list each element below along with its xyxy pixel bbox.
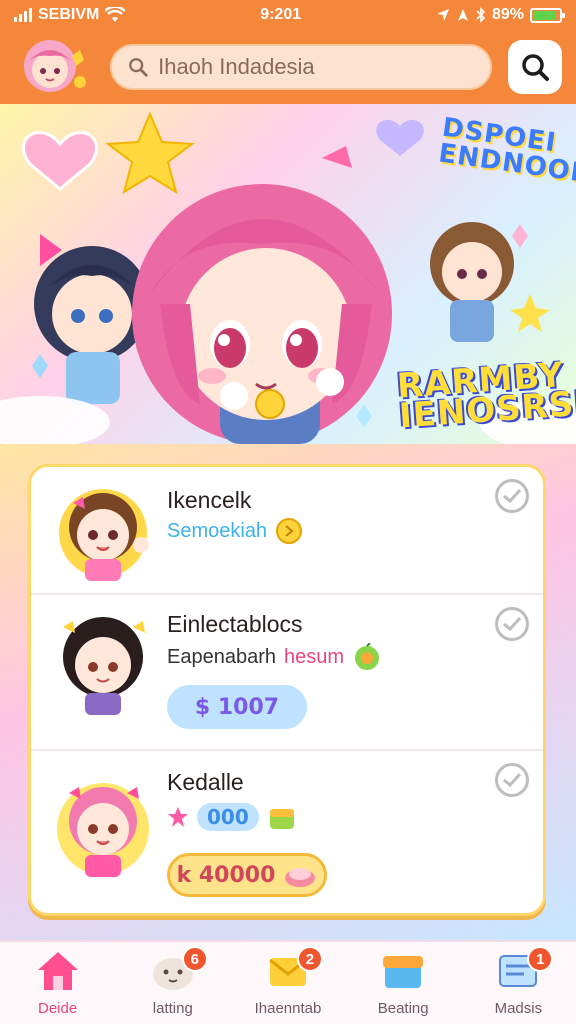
app-header [0, 30, 576, 104]
character-avatar [49, 475, 159, 585]
price-label: $ 1007 [194, 694, 280, 720]
coin-icon [276, 518, 303, 544]
nav-item-home[interactable]: Deide [3, 948, 113, 1017]
clock: 9:201 [260, 6, 302, 23]
card-stats: 000 [167, 803, 297, 831]
search-input[interactable] [158, 54, 474, 80]
battery-level [532, 10, 557, 20]
nav-item-latting[interactable]: 6 latting [118, 946, 228, 1017]
profile-avatar[interactable] [14, 36, 94, 98]
count-label: 000 [197, 803, 259, 831]
search-icon [129, 58, 148, 77]
card-subtitle: Eapenabarh hesum [167, 643, 382, 671]
card-subtitle: Semoekiah [167, 517, 303, 545]
status-bar: SEBIVM 9:201 89% [0, 0, 576, 30]
search-bar[interactable] [110, 44, 492, 90]
nav-label: Beating [377, 1000, 429, 1017]
home-icon [34, 948, 82, 994]
bottom-nav: Deide 6 latting 2 Ihaenntab Beating 1 Ma… [0, 940, 576, 1024]
notification-badge: 2 [296, 946, 323, 972]
carrier-name: SEBIVM [38, 6, 100, 23]
character-avatar [49, 771, 159, 881]
nav-label: Ihaenntab [254, 1000, 322, 1017]
price-button[interactable]: $ 1007 [167, 685, 307, 729]
character-list: Ikencelk Semoekiah Einlectablocs Eapenab… [28, 464, 546, 916]
battery-percent: 89% [491, 6, 524, 23]
signal-icon [14, 8, 32, 22]
list-item[interactable]: Einlectablocs Eapenabarh hesum $ 1007 [31, 595, 543, 751]
character-avatar [49, 609, 159, 719]
box-icon [379, 948, 427, 994]
search-icon [522, 54, 549, 81]
nav-label: Deide [37, 1000, 78, 1017]
location-icon [436, 9, 449, 21]
list-item[interactable]: Kedalle 000 k 40000 [31, 751, 543, 913]
wifi-icon [105, 7, 126, 22]
list-item[interactable]: Ikencelk Semoekiah [31, 467, 543, 595]
subtitle-highlight: hesum [283, 645, 345, 668]
price-label: k 40000 [176, 862, 276, 888]
notification-badge: 1 [527, 946, 554, 972]
card-title: Einlectablocs [167, 611, 303, 637]
subtitle-text: Semoekiah [167, 519, 268, 542]
hero-banner[interactable]: DSPOEI ENDNOOHSKS RARMBY IENOSRSEI! [0, 104, 576, 444]
nav-label: latting [152, 1000, 193, 1017]
food-icon [285, 868, 316, 887]
price-button[interactable]: k 40000 [167, 853, 327, 897]
nav-item-mail[interactable]: 2 Ihaenntab [233, 946, 343, 1017]
nav-label: Madsis [494, 1000, 543, 1017]
star-icon [168, 807, 188, 827]
bluetooth-icon [476, 7, 486, 23]
gift-icon [269, 809, 294, 829]
notification-badge: 6 [181, 946, 208, 972]
check-icon[interactable] [495, 479, 529, 513]
nav-item-madsis[interactable]: 1 Madsis [463, 946, 573, 1017]
check-icon[interactable] [495, 763, 529, 797]
hero-badge-bottom: RARMBY IENOSRSEI! [395, 355, 576, 437]
battery-icon [529, 7, 565, 23]
card-title: Ikencelk [167, 487, 252, 513]
search-button[interactable] [508, 40, 562, 94]
navigation-icon [457, 9, 468, 21]
subtitle-text: Eapenabarh [167, 645, 276, 668]
nav-item-beating[interactable]: Beating [348, 948, 458, 1017]
card-title: Kedalle [167, 769, 244, 795]
fruit-icon [355, 643, 380, 670]
check-icon[interactable] [495, 607, 529, 641]
